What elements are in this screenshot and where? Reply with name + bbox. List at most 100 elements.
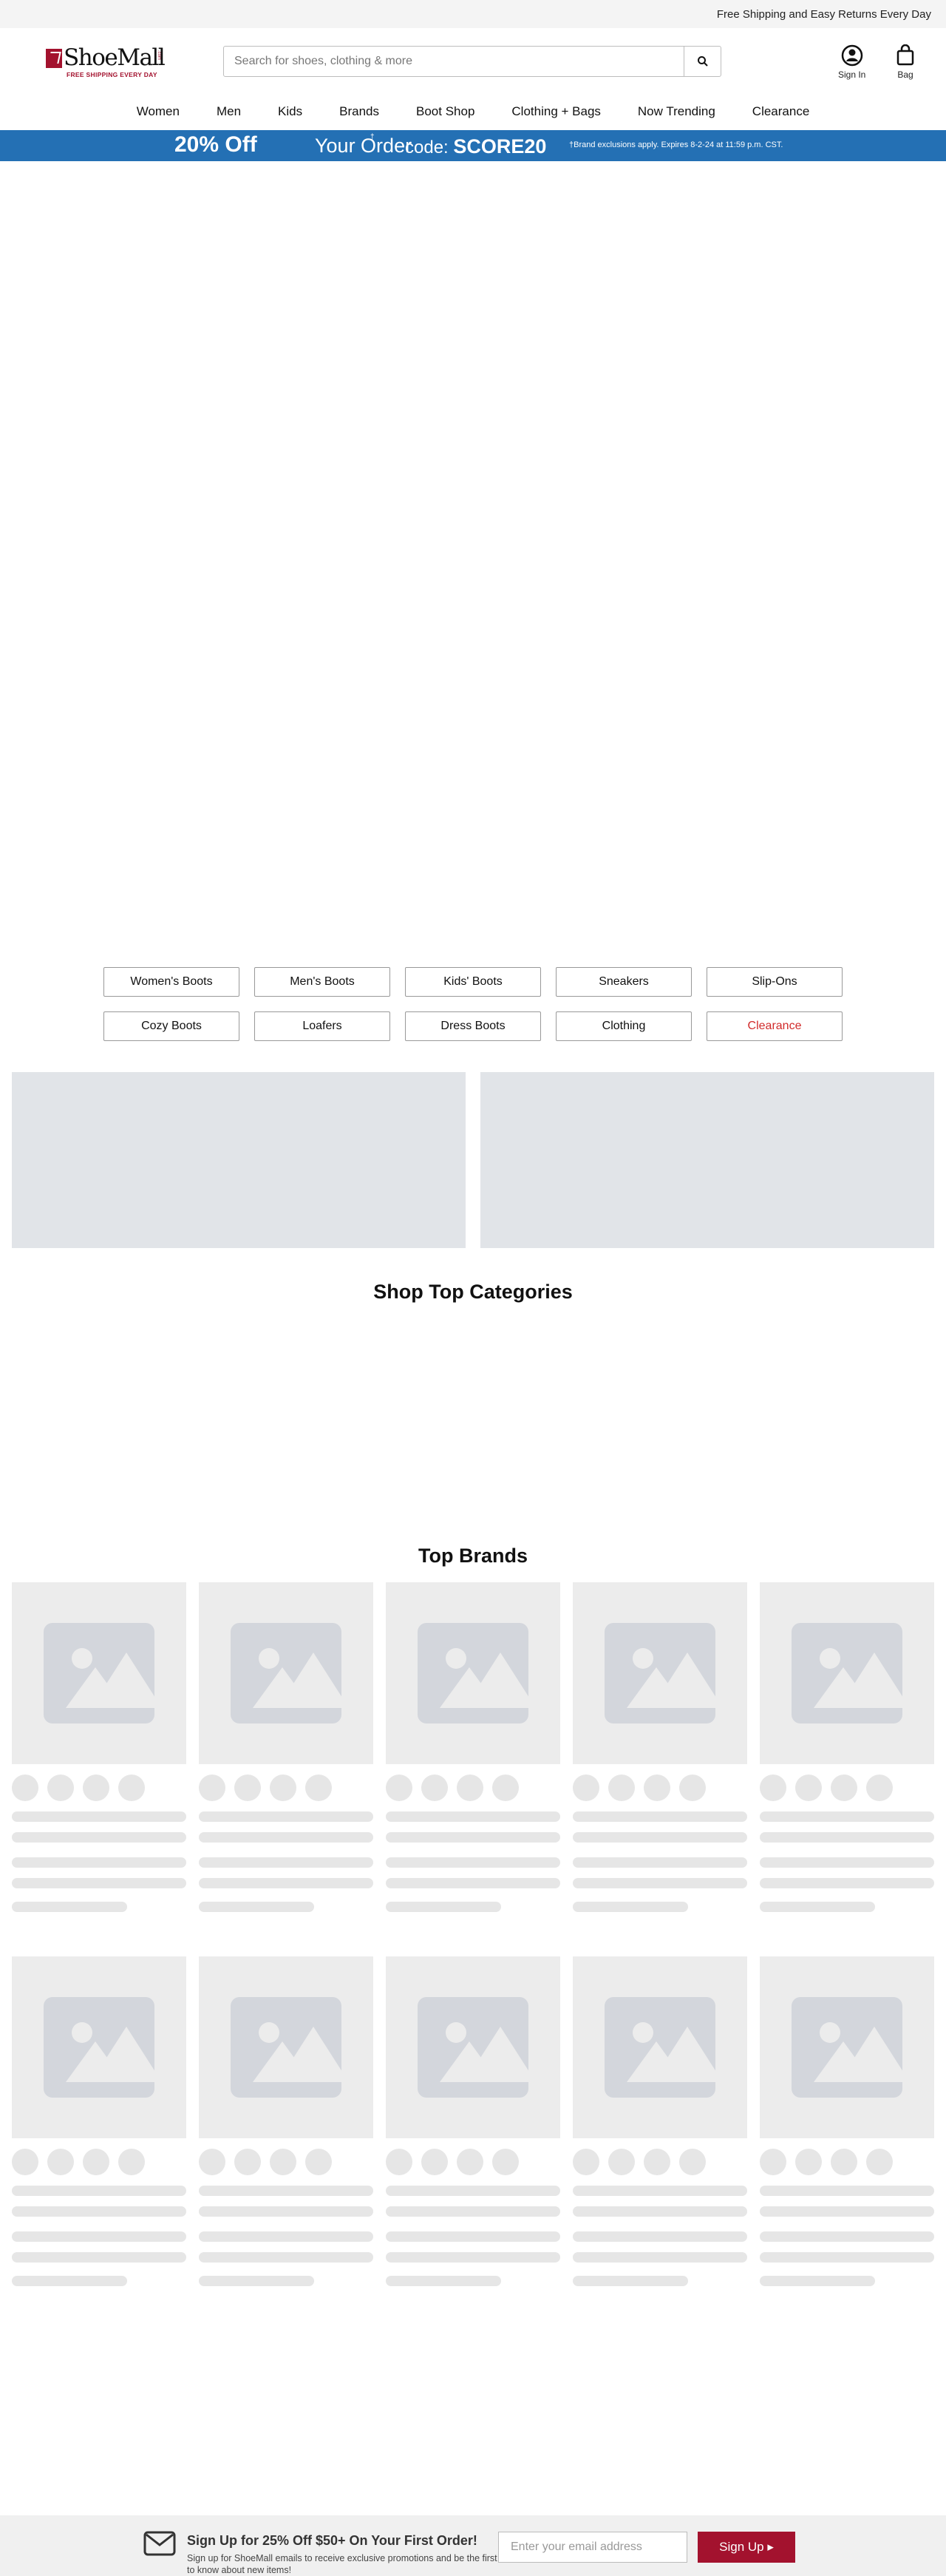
promo-tile-right[interactable]: [480, 1072, 934, 1248]
text-placeholder: [386, 2206, 560, 2217]
text-placeholder: [386, 1902, 501, 1912]
brand-card[interactable]: [386, 1582, 560, 1912]
account-icon: [841, 44, 862, 67]
shopping-bag-icon: [896, 44, 914, 66]
logo-suffix: .com: [157, 50, 161, 61]
text-placeholder: [199, 1857, 373, 1868]
text-placeholder: [760, 2186, 934, 2196]
text-placeholder: [573, 1857, 747, 1868]
text-placeholder: [573, 2206, 747, 2217]
text-placeholder: [573, 1811, 747, 1822]
text-placeholder: [760, 2252, 934, 2263]
text-placeholder: [199, 2231, 373, 2242]
image-placeholder-icon: [231, 1623, 341, 1723]
text-placeholder: [760, 1832, 934, 1843]
text-placeholder: [12, 2206, 186, 2217]
chip-dress-boots[interactable]: Dress Boots: [405, 1011, 541, 1041]
promo-tiles: [0, 1072, 946, 1248]
text-placeholder: [199, 2276, 314, 2286]
sign-in-link[interactable]: Sign In: [838, 44, 865, 80]
text-placeholder: [573, 2231, 747, 2242]
chip-clothing[interactable]: Clothing: [556, 1011, 692, 1041]
bag-label: Bag: [897, 70, 913, 80]
text-placeholder: [573, 1878, 747, 1888]
search-icon: [697, 56, 708, 67]
newsletter-heading: Sign Up for 25% Off $50+ On Your First O…: [187, 2533, 477, 2548]
search-bar: [223, 46, 721, 77]
text-placeholder: [573, 2252, 747, 2263]
text-placeholder: [573, 1832, 747, 1843]
brand-card[interactable]: [573, 1582, 747, 1912]
brand-image-placeholder: [573, 1582, 747, 1764]
brand-image-placeholder: [386, 1956, 560, 2138]
image-placeholder-icon: [418, 1623, 528, 1723]
main-navigation: Women Men Kids Brands Boot Shop Clothing…: [0, 93, 946, 130]
brand-image-placeholder: [199, 1582, 373, 1764]
nav-item-women[interactable]: Women: [118, 104, 198, 119]
brand-card[interactable]: [12, 1582, 186, 1912]
hero-area: [0, 161, 946, 967]
sign-in-label: Sign In: [838, 70, 866, 80]
search-button[interactable]: [684, 47, 721, 76]
text-placeholder: [12, 2276, 127, 2286]
image-placeholder-icon: [44, 1623, 154, 1723]
swatch-placeholders: [573, 2149, 747, 2175]
swatch-placeholders: [12, 2149, 186, 2175]
brand-card[interactable]: [760, 1956, 934, 2286]
email-field[interactable]: [498, 2532, 687, 2563]
brand-image-placeholder: [760, 1956, 934, 2138]
text-placeholder: [386, 2276, 501, 2286]
nav-item-clothing-bags[interactable]: Clothing + Bags: [493, 104, 619, 119]
text-placeholder: [12, 2252, 186, 2263]
chip-kids-boots[interactable]: Kids' Boots: [405, 967, 541, 997]
promo-banner[interactable]: 20% Off Your Order † code: SCORE20 †Bran…: [0, 130, 946, 161]
text-placeholder: [199, 1811, 373, 1822]
text-placeholder: [386, 1857, 560, 1868]
nav-item-now-trending[interactable]: Now Trending: [619, 104, 734, 119]
brand-card[interactable]: [199, 1956, 373, 2286]
nav-item-clearance[interactable]: Clearance: [734, 104, 828, 119]
text-placeholder: [12, 1902, 127, 1912]
shoemall-logo[interactable]: ShoeMall .com FREE SHIPPING EVERY DAY: [46, 44, 166, 80]
text-placeholder: [760, 1811, 934, 1822]
top-announcement-bar: Free Shipping and Easy Returns Every Day: [0, 0, 946, 28]
nav-item-boot-shop[interactable]: Boot Shop: [398, 104, 493, 119]
text-placeholder: [760, 1857, 934, 1868]
text-placeholder: [760, 1902, 875, 1912]
chip-slip-ons[interactable]: Slip-Ons: [707, 967, 843, 997]
chip-mens-boots[interactable]: Men's Boots: [254, 967, 390, 997]
section-title-categories: Shop Top Categories: [373, 1281, 573, 1303]
promo-tile-left[interactable]: [12, 1072, 466, 1248]
chip-womens-boots[interactable]: Women's Boots: [103, 967, 239, 997]
text-placeholder: [386, 2231, 560, 2242]
text-placeholder: [199, 2252, 373, 2263]
swatch-placeholders: [199, 1775, 373, 1801]
image-placeholder-icon: [792, 1623, 902, 1723]
promo-code: code: SCORE20: [405, 135, 546, 158]
chip-loafers[interactable]: Loafers: [254, 1011, 390, 1041]
text-placeholder: [760, 2206, 934, 2217]
search-input[interactable]: [224, 47, 684, 76]
newsletter-subtext: Sign up for ShoeMall emails to receive e…: [187, 2553, 497, 2575]
brand-card[interactable]: [386, 1956, 560, 2286]
brand-card[interactable]: [760, 1582, 934, 1912]
bag-link[interactable]: Bag: [896, 44, 915, 80]
site-header: ShoeMall .com FREE SHIPPING EVERY DAY Si…: [0, 28, 946, 93]
chip-clearance[interactable]: Clearance: [707, 1011, 843, 1041]
sign-up-button[interactable]: Sign Up ▸: [698, 2532, 795, 2563]
chip-cozy-boots[interactable]: Cozy Boots: [103, 1011, 239, 1041]
text-placeholder: [386, 2252, 560, 2263]
swatch-placeholders: [573, 1775, 747, 1801]
categories-area: [0, 1304, 946, 1545]
nav-item-men[interactable]: Men: [198, 104, 259, 119]
nav-item-brands[interactable]: Brands: [321, 104, 398, 119]
chip-sneakers[interactable]: Sneakers: [556, 967, 692, 997]
brand-card[interactable]: [199, 1582, 373, 1912]
logo-name: ShoeMall: [64, 44, 166, 71]
nav-item-kids[interactable]: Kids: [259, 104, 321, 119]
brand-card[interactable]: [12, 1956, 186, 2286]
swatch-placeholders: [760, 1775, 934, 1801]
brand-card[interactable]: [573, 1956, 747, 2286]
promo-offer: 20% Off: [174, 132, 257, 157]
text-placeholder: [760, 2276, 875, 2286]
